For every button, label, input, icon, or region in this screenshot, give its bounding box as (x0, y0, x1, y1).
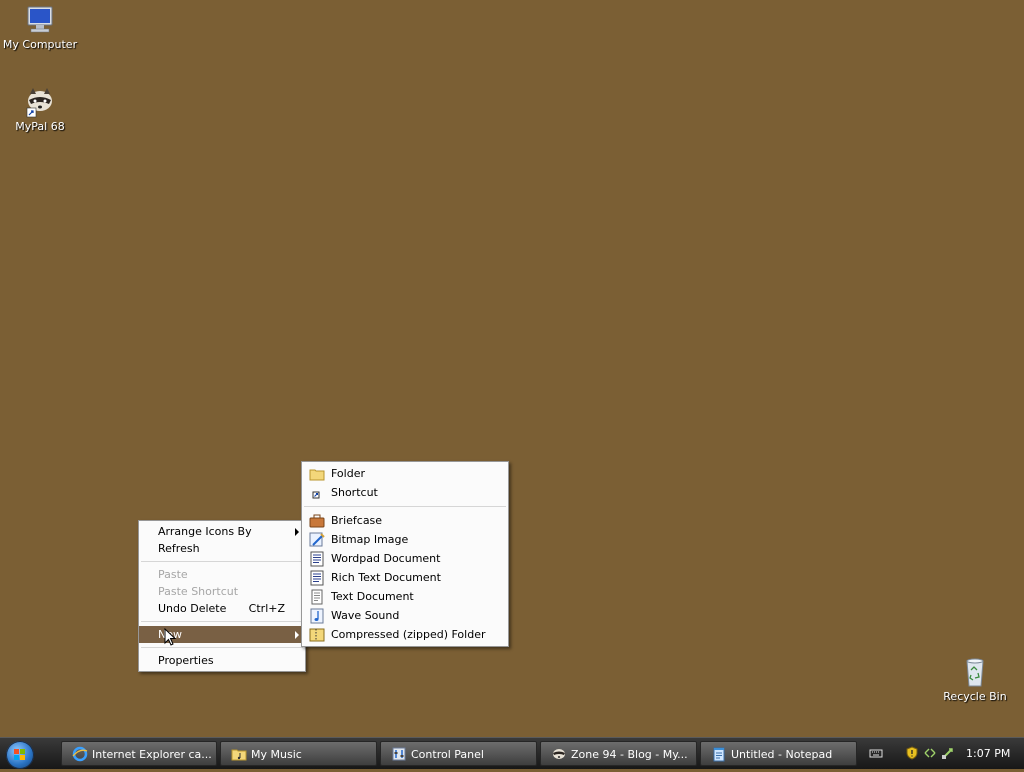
wave-sound-icon (309, 608, 325, 624)
menu-separator (141, 621, 303, 622)
bitmap-image-icon (309, 532, 325, 548)
desktop-icon-label: MyPal 68 (15, 120, 65, 133)
submenu-item-label: Wordpad Document (331, 552, 441, 565)
shortcut-icon (309, 485, 325, 501)
taskbar-button-label: Zone 94 - Blog - My... (571, 748, 688, 761)
taskbar: Internet Explorer ca... My Music Control… (0, 737, 1024, 769)
submenu-item-label: Bitmap Image (331, 533, 409, 546)
menu-item-arrange-icons-by[interactable]: Arrange Icons By (139, 523, 305, 540)
taskbar-button-label: Internet Explorer ca... (92, 748, 212, 761)
submenu-arrow-icon (295, 528, 299, 536)
mypal-raccoon-icon (551, 746, 567, 762)
submenu-item-label: Text Document (331, 590, 414, 603)
menu-item-paste-shortcut: Paste Shortcut (139, 583, 305, 600)
menu-item-label: Paste Shortcut (158, 585, 239, 598)
notepad-icon (711, 746, 727, 762)
menu-item-label: Properties (158, 654, 214, 667)
submenu-item-label: Briefcase (331, 514, 383, 527)
wordpad-document-icon (309, 551, 325, 567)
submenu-item-folder[interactable]: Folder (302, 464, 508, 483)
taskbar-button-label: Control Panel (411, 748, 484, 761)
submenu-item-text-document[interactable]: Text Document (302, 587, 508, 606)
mouse-cursor-icon (164, 627, 177, 650)
submenu-arrow-icon (295, 631, 299, 639)
start-button[interactable] (6, 741, 34, 769)
recycle-bin-icon (959, 656, 991, 688)
safely-remove-hardware-icon[interactable] (941, 746, 955, 760)
menu-item-refresh[interactable]: Refresh (139, 540, 305, 557)
submenu-item-label: Folder (331, 467, 365, 480)
menu-separator (304, 506, 506, 507)
submenu-item-label: Wave Sound (331, 609, 400, 622)
mypal-raccoon-icon (24, 86, 56, 118)
submenu-item-wordpad-document[interactable]: Wordpad Document (302, 549, 508, 568)
rich-text-document-icon (309, 570, 325, 586)
taskbar-clock[interactable]: 1:07 PM (966, 738, 1010, 769)
menu-item-paste: Paste (139, 566, 305, 583)
computer-icon (24, 4, 56, 36)
submenu-item-wave-sound[interactable]: Wave Sound (302, 606, 508, 625)
desktop-icon-label: My Computer (2, 38, 78, 51)
folder-icon (309, 466, 325, 482)
submenu-item-shortcut[interactable]: Shortcut (302, 483, 508, 502)
taskbar-button-my-music[interactable]: My Music (220, 741, 377, 766)
submenu-item-label: Shortcut (331, 486, 378, 499)
menu-item-label: Refresh (158, 542, 200, 555)
zipped-folder-icon (309, 627, 325, 643)
briefcase-icon (309, 513, 325, 529)
submenu-item-rich-text-document[interactable]: Rich Text Document (302, 568, 508, 587)
new-submenu: Folder Shortcut Briefcase Bitmap Image W… (301, 461, 509, 647)
desktop-icon-recycle-bin[interactable]: Recycle Bin (935, 656, 1015, 703)
menu-item-label: Paste (158, 568, 188, 581)
menu-item-label: Undo Delete (158, 602, 227, 615)
menu-item-properties[interactable]: Properties (139, 652, 305, 669)
network-icon[interactable] (923, 746, 937, 760)
submenu-item-label: Compressed (zipped) Folder (331, 628, 486, 641)
menu-item-undo-delete[interactable]: Undo Delete Ctrl+Z (139, 600, 305, 617)
menu-item-shortcut: Ctrl+Z (248, 602, 285, 615)
internet-explorer-icon (72, 746, 88, 762)
desktop-icon-mypal[interactable]: MyPal 68 (0, 86, 80, 133)
keyboard-icon[interactable] (869, 746, 883, 760)
submenu-item-bitmap-image[interactable]: Bitmap Image (302, 530, 508, 549)
submenu-item-label: Rich Text Document (331, 571, 441, 584)
taskbar-button-label: Untitled - Notepad (731, 748, 833, 761)
submenu-item-compressed-folder[interactable]: Compressed (zipped) Folder (302, 625, 508, 644)
menu-separator (141, 561, 303, 562)
taskbar-button-control-panel[interactable]: Control Panel (380, 741, 537, 766)
desktop-icon-label: Recycle Bin (943, 690, 1007, 703)
submenu-item-briefcase[interactable]: Briefcase (302, 511, 508, 530)
taskbar-button-label: My Music (251, 748, 302, 761)
menu-item-label: Arrange Icons By (158, 525, 252, 538)
taskbar-button-notepad[interactable]: Untitled - Notepad (700, 741, 857, 766)
taskbar-button-zone94-blog[interactable]: Zone 94 - Blog - My... (540, 741, 697, 766)
windows-logo-icon (14, 749, 25, 760)
desktop-icon-my-computer[interactable]: My Computer (0, 4, 80, 51)
control-panel-icon (391, 746, 407, 762)
music-folder-icon (231, 746, 247, 762)
security-shield-icon[interactable] (905, 746, 919, 760)
taskbar-button-internet-explorer[interactable]: Internet Explorer ca... (61, 741, 217, 766)
text-document-icon (309, 589, 325, 605)
